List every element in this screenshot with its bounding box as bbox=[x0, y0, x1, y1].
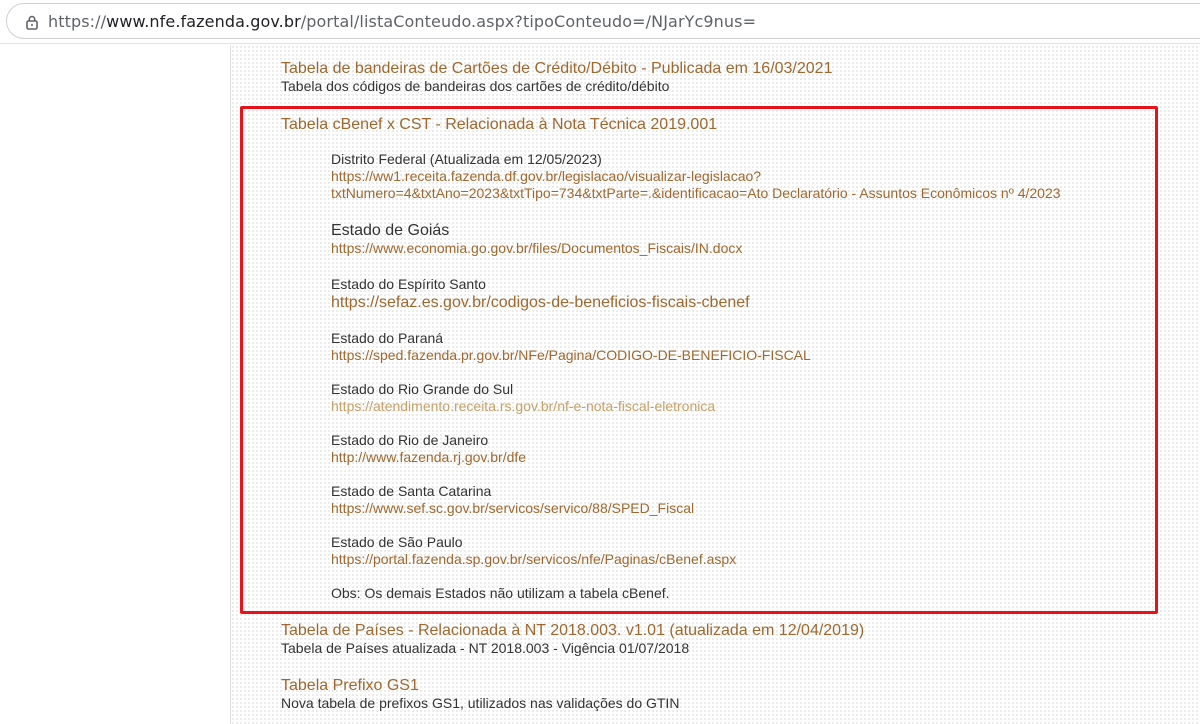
state-name: Estado de Santa Catarina bbox=[331, 483, 492, 499]
state-link[interactable]: https://portal.fazenda.sp.gov.br/servico… bbox=[331, 551, 736, 568]
list-item-gs1: Tabela Prefixo GS1 Nova tabela de prefix… bbox=[281, 676, 679, 712]
item-title-link[interactable]: Tabela de bandeiras de Cartões de Crédit… bbox=[281, 59, 832, 78]
item-title-link[interactable]: Tabela cBenef x CST - Relacionada à Nota… bbox=[281, 115, 717, 134]
obs-text: Obs: Os demais Estados não utilizam a ta… bbox=[331, 585, 670, 601]
state-name: Estado de Goiás bbox=[331, 222, 450, 239]
state-entry-go: Estado de Goiás https://www.economia.go.… bbox=[331, 221, 742, 257]
state-entry-rs: Estado do Rio Grande do Sul https://aten… bbox=[331, 381, 715, 415]
url-text[interactable]: https://www.nfe.fazenda.gov.br/portal/li… bbox=[48, 12, 756, 31]
state-link[interactable]: https://www.sef.sc.gov.br/servicos/servi… bbox=[331, 500, 694, 517]
state-entry-sp: Estado de São Paulo https://portal.fazen… bbox=[331, 534, 736, 568]
item-title-link[interactable]: Tabela Prefixo GS1 bbox=[281, 676, 679, 695]
item-description: Nova tabela de prefixos GS1, utilizados … bbox=[281, 695, 680, 711]
state-name: Estado do Paraná bbox=[331, 330, 444, 346]
state-link[interactable]: https://sped.fazenda.pr.gov.br/NFe/Pagin… bbox=[331, 347, 811, 364]
state-link[interactable]: https://ww1.receita.fazenda.df.gov.br/le… bbox=[331, 168, 1061, 185]
state-name: Estado do Rio Grande do Sul bbox=[331, 381, 514, 397]
list-item-cbenef: Tabela cBenef x CST - Relacionada à Nota… bbox=[281, 115, 717, 134]
url-path: /portal/listaConteudo.aspx?tipoConteudo=… bbox=[300, 12, 757, 31]
item-description: Tabela dos códigos de bandeiras dos cart… bbox=[281, 78, 670, 94]
state-name: Estado de São Paulo bbox=[331, 534, 463, 550]
url-domain: www.nfe.fazenda.gov.br bbox=[106, 12, 301, 31]
obs-note: Obs: Os demais Estados não utilizam a ta… bbox=[331, 585, 670, 601]
state-name: Distrito Federal (Atualizada em 12/05/20… bbox=[331, 151, 602, 167]
state-link-continued[interactable]: txtNumero=4&txtAno=2023&txtTipo=734&txtP… bbox=[331, 185, 1061, 202]
state-link[interactable]: https://www.economia.go.gov.br/files/Doc… bbox=[331, 240, 742, 257]
state-entry-rj: Estado do Rio de Janeiro http://www.faze… bbox=[331, 432, 526, 466]
state-name: Estado do Espírito Santo bbox=[331, 276, 486, 292]
state-entry-pr: Estado do Paraná https://sped.fazenda.pr… bbox=[331, 330, 811, 364]
state-entry-sc: Estado de Santa Catarina https://www.sef… bbox=[331, 483, 694, 517]
address-bar[interactable]: https://www.nfe.fazenda.gov.br/portal/li… bbox=[6, 3, 1200, 39]
browser-toolbar: https://www.nfe.fazenda.gov.br/portal/li… bbox=[0, 0, 1200, 44]
state-name: Estado do Rio de Janeiro bbox=[331, 432, 489, 448]
item-title-link[interactable]: Tabela de Países - Relacionada à NT 2018… bbox=[281, 621, 864, 640]
state-link[interactable]: http://www.fazenda.rj.gov.br/dfe bbox=[331, 449, 526, 466]
state-link[interactable]: https://sefaz.es.gov.br/codigos-de-benef… bbox=[331, 293, 750, 312]
list-item-paises: Tabela de Países - Relacionada à NT 2018… bbox=[281, 621, 864, 657]
url-prefix: https:// bbox=[48, 12, 107, 31]
state-entry-df: Distrito Federal (Atualizada em 12/05/20… bbox=[331, 151, 1061, 202]
site-info-icon[interactable] bbox=[24, 14, 40, 30]
state-entry-es: Estado do Espírito Santo https://sefaz.e… bbox=[331, 276, 750, 312]
list-item-bandeiras: Tabela de bandeiras de Cartões de Crédit… bbox=[281, 59, 832, 95]
state-link[interactable]: https://atendimento.receita.rs.gov.br/nf… bbox=[331, 398, 715, 415]
item-description: Tabela de Países atualizada - NT 2018.00… bbox=[281, 640, 690, 656]
